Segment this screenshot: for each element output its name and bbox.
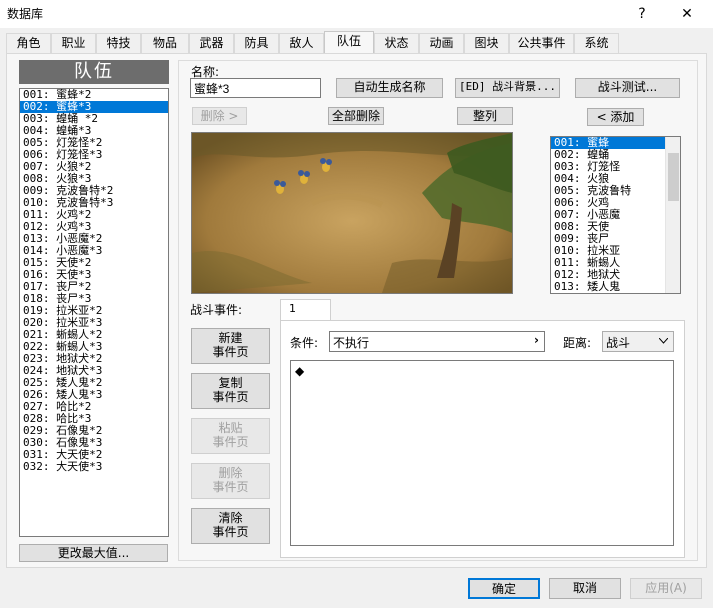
window-title: 数据库 — [7, 7, 44, 21]
tab-5[interactable]: 防具 — [234, 33, 279, 54]
battle-background-image — [192, 133, 512, 293]
event-page-tab[interactable]: 1 — [280, 299, 331, 322]
close-icon[interactable]: ✕ — [675, 4, 699, 24]
battle-preview[interactable] — [191, 132, 513, 294]
add-button[interactable]: < 添加 — [587, 108, 644, 126]
delete-page-button[interactable]: 删除 事件页 — [191, 463, 270, 499]
tab-8[interactable]: 状态 — [374, 33, 419, 54]
battle-events-label: 战斗事件: — [190, 303, 243, 317]
auto-name-button[interactable]: 自动生成名称 — [336, 78, 443, 98]
troop-list[interactable]: 001: 蜜蜂*2 002: 蜜蜂*3 003: 蝗蛹 *2 004: 蝗蛹*3 005… — [19, 88, 169, 537]
clear-all-button[interactable]: 全部删除 — [328, 107, 384, 125]
battleback-button[interactable]: [ED] 战斗背景... — [455, 78, 560, 98]
align-button[interactable]: 整列 — [457, 107, 513, 125]
tab-11[interactable]: 公共事件 — [509, 33, 574, 54]
tab-2[interactable]: 特技 — [96, 33, 141, 54]
name-field[interactable] — [190, 78, 321, 98]
tab-1[interactable]: 职业 — [51, 33, 96, 54]
tab-12[interactable]: 系统 — [574, 33, 619, 54]
copy-page-button[interactable]: 复制 事件页 — [191, 373, 270, 409]
tab-10[interactable]: 图块 — [464, 33, 509, 54]
chevron-right-icon[interactable]: › — [534, 333, 539, 347]
help-button[interactable]: ? — [630, 4, 654, 24]
battle-test-button[interactable]: 战斗测试... — [575, 78, 680, 98]
change-max-button[interactable]: 更改最大值... — [19, 544, 168, 562]
command-list[interactable]: ◆ — [290, 360, 674, 546]
condition-field[interactable]: 不执行 › — [329, 331, 545, 352]
tab-3[interactable]: 物品 — [141, 33, 189, 54]
tab-6[interactable]: 敌人 — [279, 33, 324, 54]
enemy-list[interactable]: 001: 蜜蜂 002: 蝗蛹 003: 灯笼怪 004: 火狼 005: 克波鲁特 00… — [550, 136, 681, 294]
span-select[interactable]: 战斗 — [602, 331, 674, 352]
clear-page-button[interactable]: 清除 事件页 — [191, 508, 270, 544]
ok-button[interactable]: 确定 — [468, 578, 540, 599]
troop-list-header: 队伍 — [19, 60, 169, 84]
tab-9[interactable]: 动画 — [419, 33, 464, 54]
new-page-button[interactable]: 新建 事件页 — [191, 328, 270, 364]
remove-button[interactable]: 删除 > — [192, 107, 247, 125]
chevron-down-icon — [659, 338, 668, 344]
enemy-list-scrollbar[interactable] — [665, 137, 680, 293]
tab-7[interactable]: 队伍 — [324, 31, 374, 55]
span-label: 距离: — [563, 336, 592, 350]
condition-label: 条件: — [290, 336, 319, 350]
tab-4[interactable]: 武器 — [189, 33, 234, 54]
command-marker-icon: ◆ — [295, 364, 305, 378]
paste-page-button[interactable]: 粘贴 事件页 — [191, 418, 270, 454]
title-bar: 数据库 ? ✕ — [0, 0, 713, 28]
list-item[interactable]: 032: 大天使*3 — [20, 461, 168, 473]
list-item[interactable]: 013: 矮人鬼 — [551, 281, 680, 293]
apply-button[interactable]: 应用(A) — [630, 578, 702, 599]
cancel-button[interactable]: 取消 — [549, 578, 621, 599]
tab-0[interactable]: 角色 — [6, 33, 51, 54]
scrollbar-thumb[interactable] — [668, 153, 679, 201]
